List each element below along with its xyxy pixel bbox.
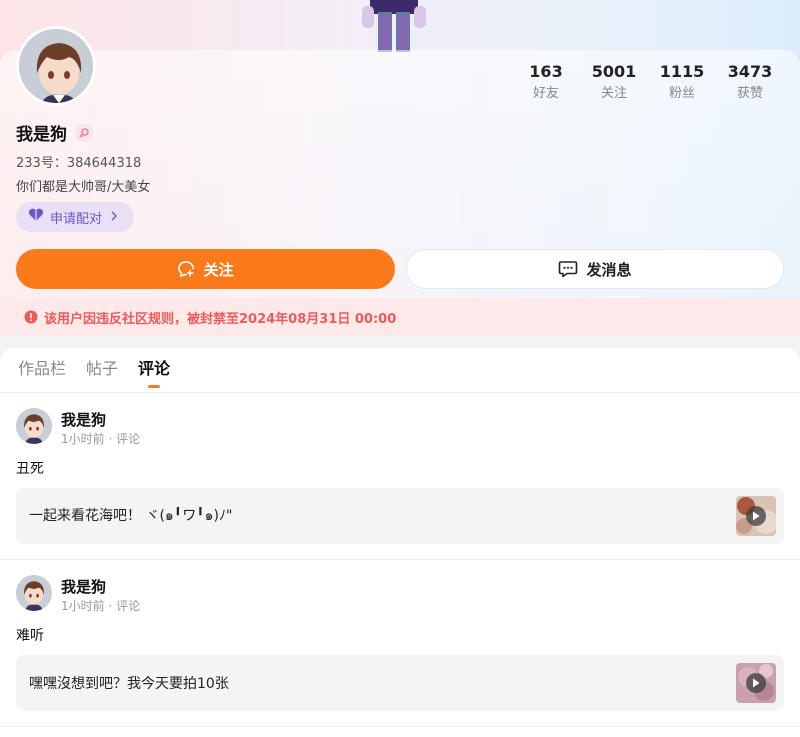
active-tab-indicator	[148, 385, 161, 388]
tab-works[interactable]: 作品栏	[18, 358, 66, 388]
stat-friends[interactable]: 163 好友	[512, 62, 580, 102]
play-icon	[746, 673, 766, 693]
content-panel: 作品栏 帖子 评论 我是狗 1小时前 · 评论 丑死 一起来看花海吧！ ヾ(๑╹…	[0, 348, 800, 737]
apply-pair-button[interactable]: 申请配对	[16, 202, 134, 232]
stat-label: 粉丝	[668, 86, 695, 101]
send-message-label: 发消息	[586, 260, 632, 279]
user-id: 233号：384644318	[16, 156, 142, 171]
comment-meta: 1小时前 · 评论	[61, 432, 141, 446]
avatar[interactable]	[16, 575, 52, 611]
avatar[interactable]	[16, 408, 52, 444]
username-text: 我是狗	[16, 125, 67, 145]
stat-value: 1115	[659, 62, 705, 81]
stat-value: 163	[529, 62, 563, 81]
quoted-post[interactable]: 嘿嘿沒想到吧？我今天要拍10张	[16, 655, 784, 711]
tabs-divider	[0, 392, 800, 393]
comment-text: 难听	[16, 628, 44, 644]
user-bio: 你们都是大帅哥/大美女	[16, 180, 151, 195]
stat-label: 获赞	[736, 86, 763, 101]
play-icon	[746, 506, 766, 526]
avatar-image	[16, 408, 52, 444]
chevron-right-icon	[110, 210, 118, 224]
profile-username: 我是狗	[16, 120, 93, 145]
quoted-post-text: 嘿嘿沒想到吧？我今天要拍10张	[29, 676, 229, 692]
follow-label: 关注	[203, 260, 234, 279]
send-message-button[interactable]: 发消息	[406, 249, 784, 289]
heart-icon	[28, 208, 44, 226]
add-heart-chat-icon	[177, 260, 195, 278]
comment-item: 我是狗 1小时前 · 评论 丑死 一起来看花海吧！ ヾ(๑╹ワ╹๑)ﾉ"	[0, 408, 800, 544]
female-symbol-icon	[75, 123, 93, 142]
stat-value: 5001	[591, 62, 637, 81]
follow-button[interactable]: 关注	[16, 249, 395, 289]
tab-label: 评论	[138, 359, 171, 378]
profile-stats: 163 好友 5001 关注 1115 粉丝 3473 获赞	[512, 62, 784, 102]
avatar-image	[16, 575, 52, 611]
video-thumbnail	[736, 663, 776, 703]
ban-notice-text: 该用户因违反社区规则，被封禁至2024年08月31日 00:00	[44, 311, 397, 327]
stat-label: 好友	[532, 86, 559, 101]
banner-character-image	[362, 0, 426, 52]
comment-item: 我是狗 1小时前 · 评论 难听 嘿嘿沒想到吧？我今天要拍10张	[0, 575, 800, 711]
stat-fans[interactable]: 1115 粉丝	[648, 62, 716, 102]
post-divider	[0, 559, 800, 560]
warning-circle-icon	[24, 310, 38, 324]
stat-value: 3473	[727, 62, 773, 81]
stat-following[interactable]: 5001 关注	[580, 62, 648, 102]
tab-comments[interactable]: 评论	[138, 358, 170, 388]
comment-text: 丑死	[16, 461, 44, 477]
profile-avatar[interactable]	[16, 26, 96, 106]
quoted-post[interactable]: 一起来看花海吧！ ヾ(๑╹ワ╹๑)ﾉ"	[16, 488, 784, 544]
comment-meta: 1小时前 · 评论	[61, 599, 141, 613]
profile-page: 163 好友 5001 关注 1115 粉丝 3473 获赞 我是狗 233号：…	[0, 0, 800, 737]
ban-notice: 该用户因违反社区规则，被封禁至2024年08月31日 00:00	[0, 298, 800, 336]
tab-posts[interactable]: 帖子	[86, 358, 118, 388]
stat-likes[interactable]: 3473 获赞	[716, 62, 784, 102]
post-divider	[0, 726, 800, 727]
profile-tabs: 作品栏 帖子 评论	[18, 358, 170, 388]
quoted-post-text: 一起来看花海吧！ ヾ(๑╹ワ╹๑)ﾉ"	[29, 508, 233, 524]
tab-label: 作品栏	[18, 359, 67, 378]
comment-author[interactable]: 我是狗	[61, 576, 106, 597]
apply-pair-label: 申请配对	[50, 211, 103, 227]
chat-bubble-icon	[558, 260, 578, 278]
video-thumbnail	[736, 496, 776, 536]
stat-label: 关注	[600, 86, 627, 101]
comment-author[interactable]: 我是狗	[61, 409, 106, 430]
tab-label: 帖子	[86, 359, 119, 378]
